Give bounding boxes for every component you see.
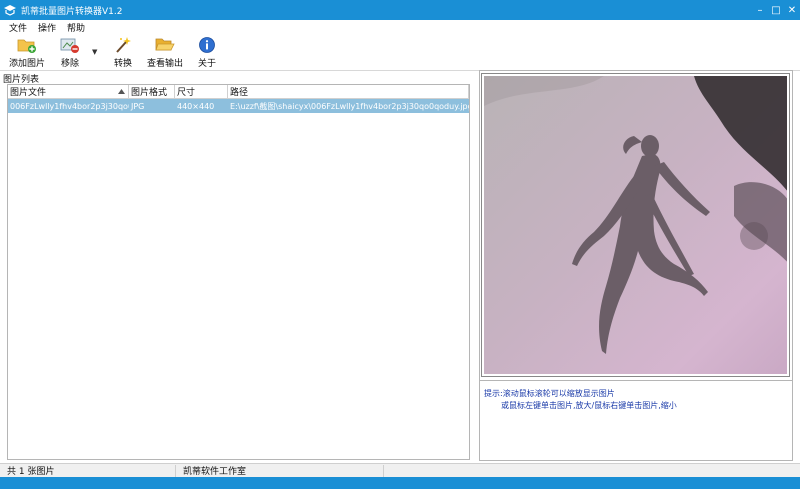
toolbar: 添加图片 移除 ▼ 转换 查看输出 关于 (0, 34, 800, 71)
column-header-path[interactable]: 路径 (228, 85, 469, 98)
cell-size: 440×440 (177, 101, 215, 111)
table-header: 图片文件 图片格式 尺寸 路径 (8, 85, 469, 99)
menu-bar: 文件 操作 帮助 (0, 20, 800, 34)
app-icon (4, 5, 16, 16)
add-image-icon (17, 39, 36, 53)
hint-line-2: 或鼠标左键单击图片,放大/鼠标右键单击图片,缩小 (501, 401, 677, 410)
window-title: 凯蒂批量图片转换器V1.2 (21, 6, 123, 17)
about-button[interactable]: 关于 (197, 36, 217, 69)
menu-help[interactable]: 帮助 (67, 21, 85, 34)
view-output-button[interactable]: 查看输出 (147, 36, 183, 69)
image-table[interactable]: 图片文件 图片格式 尺寸 路径 006FzLwlly1fhv4bor2p3j30… (7, 84, 470, 460)
remove-image-icon (60, 38, 79, 53)
magic-wand-icon (116, 37, 131, 53)
column-header-file[interactable]: 图片文件 (8, 85, 129, 98)
maximize-button[interactable]: □ (768, 0, 784, 20)
about-label: 关于 (197, 59, 216, 69)
menu-file[interactable]: 文件 (9, 21, 27, 34)
view-output-label: 查看输出 (147, 59, 184, 69)
cell-format: JPG (131, 101, 145, 111)
remove-dropdown-arrow-icon[interactable]: ▼ (92, 48, 97, 56)
cell-path: E:\uzzf\截图\shaicyx\006FzLwlly1fhv4bor2p3… (230, 101, 469, 111)
status-empty (384, 465, 800, 477)
remove-label: 移除 (60, 59, 79, 69)
taskbar-strip (0, 477, 800, 489)
open-folder-icon (155, 38, 175, 51)
minimize-button[interactable]: – (752, 0, 768, 20)
dancer-photo (484, 76, 787, 374)
studio-status: 凯蒂软件工作室 (176, 464, 384, 477)
table-row[interactable]: 006FzLwlly1fhv4bor2p3j30qo0qodu JPG 440×… (8, 99, 469, 113)
hint-line-1: 提示:滚动鼠标滚轮可以缩放显示图片 (484, 389, 615, 398)
menu-operate[interactable]: 操作 (38, 21, 56, 34)
add-image-label: 添加图片 (9, 59, 46, 69)
column-header-size[interactable]: 尺寸 (175, 85, 228, 98)
sort-ascending-icon (118, 89, 125, 94)
title-bar: 凯蒂批量图片转换器V1.2 – □ ✕ (0, 0, 800, 20)
convert-button[interactable]: 转换 (113, 36, 133, 69)
cell-file: 006FzLwlly1fhv4bor2p3j30qo0qodu (10, 101, 129, 111)
convert-label: 转换 (113, 59, 132, 69)
image-count-status: 共 1 张图片 (0, 464, 176, 477)
column-header-format[interactable]: 图片格式 (129, 85, 175, 98)
preview-image[interactable] (481, 73, 790, 377)
status-bar: 共 1 张图片 凯蒂软件工作室 (0, 463, 800, 477)
add-image-button[interactable]: 添加图片 (9, 36, 45, 69)
info-icon (199, 37, 215, 53)
close-button[interactable]: ✕ (784, 0, 800, 20)
remove-button[interactable]: 移除 (60, 36, 80, 69)
